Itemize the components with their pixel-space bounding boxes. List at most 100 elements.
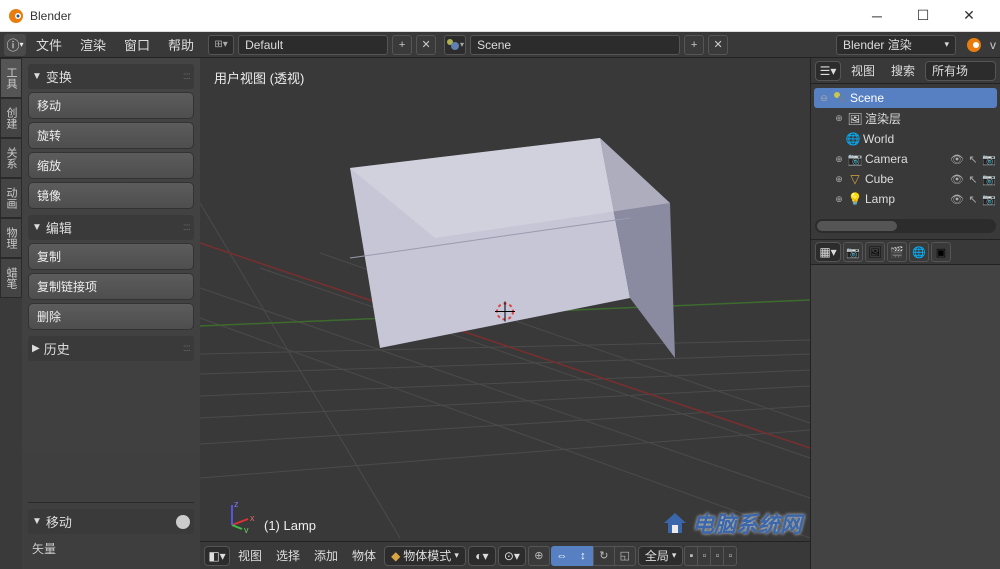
svg-text:y: y: [244, 525, 249, 533]
history-panel-header[interactable]: ▶历史::::: [28, 336, 194, 361]
minimize-button[interactable]: ─: [854, 1, 900, 31]
outliner-scene-row[interactable]: ⊖ Scene: [814, 88, 997, 108]
properties-editor-icon[interactable]: ▦▾: [815, 242, 841, 262]
renderlayers-tab-icon[interactable]: 🖼: [865, 242, 885, 262]
render-tab-icon[interactable]: 📷: [843, 242, 863, 262]
delete-scene-button[interactable]: ✕: [708, 35, 728, 55]
info-editor-icon[interactable]: ⓘ▾: [4, 34, 26, 56]
active-object-label: (1) Lamp: [264, 518, 316, 533]
editor-type-icon[interactable]: ◧▾: [204, 546, 230, 566]
svg-text:z: z: [234, 499, 239, 509]
vp-menu-view[interactable]: 视图: [232, 547, 268, 564]
layers-group[interactable]: ▪▫▫▫: [685, 546, 737, 566]
outliner-header: ☰▾ 视图 搜索 所有场: [811, 58, 1000, 84]
outliner-renderlayers-row[interactable]: ⊕ 🖼 渲染层: [811, 108, 1000, 129]
vp-menu-select[interactable]: 选择: [270, 547, 306, 564]
cursor-icon[interactable]: ↖: [966, 193, 980, 206]
screen-layout-dropdown[interactable]: Default: [238, 35, 388, 55]
delete-button[interactable]: 删除: [28, 303, 194, 330]
scene-browse-icon[interactable]: ▾: [444, 35, 466, 55]
outliner-camera-row[interactable]: ⊕ 📷 Camera 👁↖📷: [811, 149, 1000, 169]
duplicate-linked-button[interactable]: 复制链接项: [28, 273, 194, 300]
scene-dropdown[interactable]: Scene: [470, 35, 680, 55]
vector-label: 矢量: [28, 534, 194, 563]
vp-menu-object[interactable]: 物体: [346, 547, 382, 564]
tab-grease[interactable]: 蜡笔: [0, 258, 22, 298]
properties-body[interactable]: [811, 265, 1000, 569]
version-label: v: [990, 38, 996, 52]
window-title: Blender: [30, 9, 854, 23]
tab-physics[interactable]: 物理: [0, 218, 22, 258]
eye-icon[interactable]: 👁: [950, 153, 964, 166]
eye-icon[interactable]: 👁: [950, 193, 964, 206]
right-panel: ☰▾ 视图 搜索 所有场 ⊖ Scene ⊕ 🖼 渲染层 🌐 Wor: [810, 58, 1000, 569]
render-icon[interactable]: 📷: [982, 153, 996, 166]
orientation-dropdown[interactable]: 全局▾: [638, 546, 684, 566]
shading-mode-dropdown[interactable]: ◐▾: [468, 546, 496, 566]
outliner-cube-row[interactable]: ⊕ ▽ Cube 👁↖📷: [811, 169, 1000, 189]
outliner-lamp-row[interactable]: ⊕ 💡 Lamp 👁↖📷: [811, 189, 1000, 209]
object-tab-icon[interactable]: ▣: [931, 242, 951, 262]
outliner-scrollbar[interactable]: [815, 219, 996, 233]
menu-render[interactable]: 渲染: [72, 33, 114, 56]
maximize-button[interactable]: ☐: [900, 1, 946, 31]
info-header: ⓘ▾ 文件 渲染 窗口 帮助 ⊞▾ Default + ✕ ▾ Scene + …: [0, 32, 1000, 58]
tab-tools[interactable]: 工具: [0, 58, 22, 98]
tab-animation[interactable]: 动画: [0, 178, 22, 218]
outliner-editor-icon[interactable]: ☰▾: [815, 61, 841, 81]
cursor-icon[interactable]: ↖: [966, 153, 980, 166]
screen-layout-icon[interactable]: ⊞▾: [208, 35, 234, 55]
scale-manipulator-icon[interactable]: ◱: [614, 546, 636, 566]
cursor-icon[interactable]: ↖: [966, 173, 980, 186]
svg-text:x: x: [250, 513, 255, 523]
outliner-filter-dropdown[interactable]: 所有场: [925, 61, 996, 81]
scale-button[interactable]: 缩放: [28, 152, 194, 179]
pivot-toggle-icon[interactable]: ⊕: [528, 546, 550, 566]
outliner-world-row[interactable]: 🌐 World: [811, 129, 1000, 149]
add-screen-button[interactable]: +: [392, 35, 412, 55]
delete-screen-button[interactable]: ✕: [416, 35, 436, 55]
watermark: 电脑系统网: [662, 507, 802, 539]
pivot-point-dropdown[interactable]: ⊙▾: [498, 546, 526, 566]
rotate-button[interactable]: 旋转: [28, 122, 194, 149]
rotate-manipulator-icon[interactable]: ↻: [593, 546, 615, 566]
manipulator-group: ⇔ ↕ ↻ ◱: [552, 546, 636, 566]
blender-logo-icon: [8, 8, 24, 24]
axis-gizmo-icon: x y z: [220, 497, 256, 533]
manipulator-toggle-icon[interactable]: ⇔: [551, 546, 573, 566]
viewport-header: ◧▾ 视图 选择 添加 物体 ◆物体模式▾ ◐▾ ⊙▾ ⊕ ⇔ ↕ ↻ ◱ 全局…: [200, 541, 810, 569]
menu-file[interactable]: 文件: [28, 33, 70, 56]
transform-panel-header[interactable]: ▼变换::::: [28, 64, 194, 89]
menu-help[interactable]: 帮助: [160, 33, 202, 56]
outliner-search-menu[interactable]: 搜索: [885, 62, 921, 79]
eye-icon[interactable]: 👁: [950, 173, 964, 186]
operator-panel-header[interactable]: ▼移动: [28, 509, 194, 534]
render-icon[interactable]: 📷: [982, 193, 996, 206]
tab-relations[interactable]: 关系: [0, 138, 22, 178]
render-icon[interactable]: 📷: [982, 173, 996, 186]
translate-button[interactable]: 移动: [28, 92, 194, 119]
window-titlebar: Blender ─ ☐ ✕: [0, 0, 1000, 32]
menu-window[interactable]: 窗口: [116, 33, 158, 56]
object-mode-dropdown[interactable]: ◆物体模式▾: [384, 546, 466, 566]
3d-cursor-icon: [492, 298, 518, 329]
duplicate-button[interactable]: 复制: [28, 243, 194, 270]
close-button[interactable]: ✕: [946, 1, 992, 31]
vp-menu-add[interactable]: 添加: [308, 547, 344, 564]
mirror-button[interactable]: 镜像: [28, 182, 194, 209]
translate-manipulator-icon[interactable]: ↕: [572, 546, 594, 566]
outliner-view-menu[interactable]: 视图: [845, 62, 881, 79]
world-tab-icon[interactable]: 🌐: [909, 242, 929, 262]
blender-small-icon: [964, 36, 986, 54]
3d-viewport[interactable]: 用户视图 (透视) x y z (1) Lamp ◧▾ 视图 选择 添加 物体 …: [200, 58, 810, 569]
outliner-tree[interactable]: ⊖ Scene ⊕ 🖼 渲染层 🌐 World ⊕ 📷 Camera: [811, 84, 1000, 213]
operator-scrub-icon[interactable]: [176, 515, 190, 529]
properties-header: ▦▾ 📷 🖼 🎬 🌐 ▣: [811, 239, 1000, 265]
house-icon: [662, 510, 688, 536]
render-engine-dropdown[interactable]: Blender 渲染▾: [836, 35, 956, 55]
scene-tab-icon[interactable]: 🎬: [887, 242, 907, 262]
tab-create[interactable]: 创建: [0, 98, 22, 138]
add-scene-button[interactable]: +: [684, 35, 704, 55]
viewport-label: 用户视图 (透视): [214, 68, 304, 87]
edit-panel-header[interactable]: ▼编辑::::: [28, 215, 194, 240]
